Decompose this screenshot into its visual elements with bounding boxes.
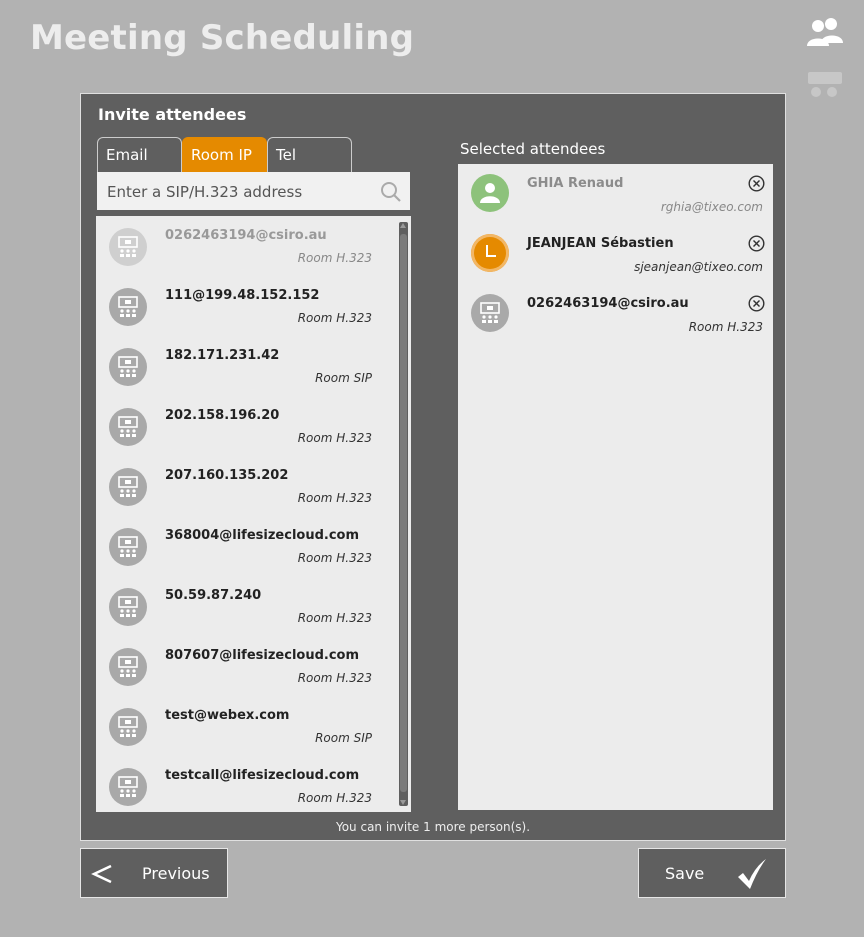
room-icon — [109, 228, 147, 266]
clock-icon — [471, 234, 509, 272]
address-label: test@webex.com — [165, 708, 290, 723]
room-type-label: Room H.323 — [297, 491, 372, 505]
room-type-label: Room H.323 — [297, 251, 372, 265]
room-type-label: Room H.323 — [297, 551, 372, 565]
address-label: 0262463194@csiro.au — [165, 228, 327, 243]
tab-email[interactable]: Email — [97, 137, 182, 173]
remove-attendee-icon[interactable] — [748, 235, 765, 252]
address-search-input[interactable] — [97, 173, 379, 211]
address-label: 50.59.87.240 — [165, 588, 262, 603]
list-item[interactable]: 50.59.87.240 Room H.323 — [96, 576, 396, 636]
list-item[interactable]: 111@199.48.152.152 Room H.323 — [96, 276, 396, 336]
attendee-name: 0262463194@csiro.au — [527, 296, 689, 311]
room-icon — [109, 768, 147, 806]
search-icon[interactable] — [380, 181, 402, 203]
list-item[interactable]: 182.171.231.42 Room SIP — [96, 336, 396, 396]
invite-attendees-title: Invite attendees — [98, 105, 247, 124]
save-button[interactable]: Save — [638, 848, 786, 898]
attendee-name: GHIA Renaud — [527, 176, 624, 191]
room-icon — [109, 708, 147, 746]
room-type-label: Room H.323 — [297, 611, 372, 625]
remove-attendee-icon[interactable] — [748, 175, 765, 192]
attendee-detail: sjeanjean@tixeo.com — [634, 260, 763, 274]
remove-attendee-icon[interactable] — [748, 295, 765, 312]
list-item[interactable]: 368004@lifesizecloud.com Room H.323 — [96, 516, 396, 576]
back-arrow-icon — [91, 864, 112, 884]
save-label: Save — [665, 864, 705, 883]
search-box — [97, 172, 410, 211]
list-item[interactable]: 207.160.135.202 Room H.323 — [96, 456, 396, 516]
room-type-label: Room H.323 — [297, 791, 372, 805]
previous-label: Previous — [142, 864, 210, 883]
invite-panel: Invite attendees Email Room IP Tel 02624… — [80, 93, 786, 841]
scroll-up-arrow[interactable] — [400, 223, 406, 228]
room-group-icon[interactable] — [806, 68, 844, 102]
room-icon — [109, 468, 147, 506]
list-item[interactable]: testcall@lifesizecloud.com Room H.323 — [96, 756, 396, 812]
list-item[interactable]: 807607@lifesizecloud.com Room H.323 — [96, 636, 396, 696]
attendee-detail: rghia@tixeo.com — [660, 200, 763, 214]
list-item[interactable]: 202.158.196.20 Room H.323 — [96, 396, 396, 456]
invite-limit-note: You can invite 1 more person(s). — [335, 820, 531, 834]
list-item[interactable]: test@webex.com Room SIP — [96, 696, 396, 756]
room-type-label: Room H.323 — [297, 671, 372, 685]
room-type-label: Room H.323 — [297, 311, 372, 325]
selected-attendees-list: GHIA Renaud rghia@tixeo.com JEANJEAN Sébas… — [458, 164, 773, 810]
room-icon — [109, 288, 147, 326]
directory-scrollbar[interactable] — [399, 222, 408, 806]
attendee-detail: Room H.323 — [688, 320, 763, 334]
scroll-down-arrow[interactable] — [400, 800, 406, 805]
room-icon — [109, 348, 147, 386]
room-type-label: Room SIP — [315, 371, 372, 385]
address-label: testcall@lifesizecloud.com — [165, 768, 360, 783]
checkmark-icon — [738, 859, 766, 889]
previous-button[interactable]: Previous — [80, 848, 228, 898]
room-icon — [109, 648, 147, 686]
list-item[interactable]: 0262463194@csiro.au Room H.323 — [96, 216, 396, 276]
person-icon — [471, 174, 509, 212]
selected-attendees-label: Selected attendees — [460, 140, 606, 158]
room-icon — [471, 294, 509, 332]
address-label: 207.160.135.202 — [165, 468, 289, 483]
address-label: 182.171.231.42 — [165, 348, 280, 363]
directory-list: 0262463194@csiro.au Room H.323 111@199.48.… — [96, 216, 411, 812]
scroll-thumb[interactable] — [400, 234, 407, 792]
tab-room-ip[interactable]: Room IP — [182, 137, 267, 173]
address-label: 202.158.196.20 — [165, 408, 280, 423]
room-icon — [109, 588, 147, 626]
tab-tel[interactable]: Tel — [267, 137, 352, 173]
selected-attendee[interactable]: JEANJEAN Sébastien sjeanjean@tixeo.com — [458, 224, 773, 284]
room-type-label: Room SIP — [315, 731, 372, 745]
attendee-name: JEANJEAN Sébastien — [527, 236, 674, 251]
selected-attendee[interactable]: GHIA Renaud rghia@tixeo.com — [458, 164, 773, 224]
room-icon — [109, 528, 147, 566]
page-title: Meeting Scheduling — [30, 18, 415, 58]
address-label: 111@199.48.152.152 — [165, 288, 320, 303]
selected-attendee[interactable]: 0262463194@csiro.au Room H.323 — [458, 284, 773, 344]
address-label: 807607@lifesizecloud.com — [165, 648, 360, 663]
attendees-icon[interactable] — [806, 16, 844, 50]
address-label: 368004@lifesizecloud.com — [165, 528, 360, 543]
room-icon — [109, 408, 147, 446]
room-type-label: Room H.323 — [297, 431, 372, 445]
